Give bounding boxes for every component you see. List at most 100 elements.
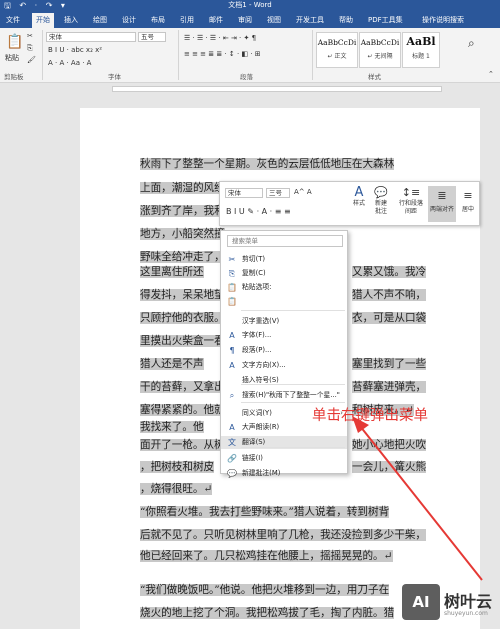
document-line-fragment[interactable]: 一会儿，篝火熊 — [352, 460, 427, 474]
menu-item-label: 同义词(Y) — [242, 409, 272, 417]
mini-justify-button[interactable]: ≣ 两端对齐 — [428, 186, 456, 222]
cut-icon[interactable]: ✂ — [27, 32, 33, 40]
group-divider — [42, 30, 43, 80]
tab-review[interactable]: 审阅 — [234, 13, 256, 28]
document-line[interactable]: ，把树枝和树皮 — [140, 460, 215, 474]
document-line[interactable]: “我们做晚饭吧。”他说。他把火堆移到一边，用刀子在 — [140, 583, 390, 597]
tab-mailings[interactable]: 邮件 — [205, 13, 227, 28]
document-line[interactable]: 野味全给冲走了， — [140, 250, 225, 264]
menu-item-paste-keep-format[interactable]: 📋 — [221, 295, 347, 308]
mini-line-spacing-label: 行和段落 间距 — [398, 200, 423, 215]
tab-draw[interactable]: 绘图 — [89, 13, 111, 28]
menu-item-label: 新建批注(M) — [242, 469, 281, 477]
tab-developer[interactable]: 开发工具 — [292, 13, 328, 28]
menu-item-paste-options[interactable]: 📋 粘贴选项: — [221, 281, 347, 294]
list-buttons[interactable]: ☰ · ☰ · ☰ · ⇤ ⇥ · ✦ ¶ — [184, 34, 256, 42]
document-fragment-text: 一会儿，篝火熊 — [352, 461, 427, 473]
copy-icon[interactable]: ⎘ — [27, 44, 33, 53]
line-spacing-icon: ↕≡ — [401, 186, 421, 199]
document-line[interactable]: 他已经回来了。几只松鸡挂在他腰上，摇摇晃晃的。↵ — [140, 549, 393, 563]
document-line-fragment[interactable]: 苔藓塞进弹壳， — [352, 380, 427, 394]
tell-me-search[interactable]: 操作说明搜索 — [418, 13, 468, 28]
document-line[interactable]: 我找来了。他 — [140, 420, 204, 434]
alignment-buttons[interactable]: ≡ ≡ ≡ ≣ ≣ · ↕ · ◧ · ⊞ — [184, 50, 261, 58]
document-line[interactable]: ，烧得很旺。↵ — [140, 482, 213, 496]
document-line-fragment[interactable]: 又累又饿。我冷 — [352, 265, 427, 279]
menu-item-link[interactable]: 🔗 链接(I) — [221, 452, 347, 465]
tab-layout[interactable]: 布局 — [147, 13, 169, 28]
menu-item-cut[interactable]: ✂ 剪切(T) — [221, 253, 347, 266]
find-icon[interactable]: ⌕ — [468, 36, 475, 51]
mini-line-spacing-button[interactable]: ↕≡ 行和段落 间距 — [396, 186, 426, 216]
tab-design[interactable]: 设计 — [118, 13, 140, 28]
watermark-logo: AI — [402, 584, 440, 620]
document-line[interactable]: 这里离住所还 — [140, 265, 204, 279]
font-format-row[interactable]: B I U · abc x₂ x² — [48, 46, 102, 54]
document-line-text: ，把树枝和树皮 — [140, 461, 215, 473]
menu-item-font[interactable]: A 字体(F)... — [221, 329, 347, 342]
tab-references[interactable]: 引用 — [176, 13, 198, 28]
paste-icon[interactable]: 📋 — [6, 34, 23, 50]
style-normal[interactable]: AaBbCcDi ↵ 正文 — [316, 32, 358, 68]
document-line[interactable]: 面开了一枪。从树 — [140, 438, 225, 452]
document-line-fragment[interactable]: 衣，可是从口袋 — [352, 311, 427, 325]
menu-item-insert-symbol[interactable]: 插入符号(S) — [221, 374, 347, 387]
tab-file[interactable]: 文件 — [2, 13, 24, 28]
menu-item-text-direction[interactable]: A 文字方向(X)... — [221, 359, 347, 372]
menu-item-search[interactable]: ⌕ 搜索(H)"秋雨下了整整一个星..." — [221, 389, 347, 402]
paste-button[interactable]: 粘贴 — [5, 53, 19, 63]
document-line-fragment[interactable]: 猎人不声不响， — [352, 288, 427, 302]
document-line[interactable]: 得发抖，呆呆地望 — [140, 288, 225, 302]
document-line[interactable]: 塞得紧紧的。他就 — [140, 403, 225, 417]
collapse-ribbon-icon[interactable]: ⌃ — [488, 70, 494, 78]
tab-pdf-tools[interactable]: PDF工具集 — [364, 13, 407, 28]
window-title: 文档1 - Word — [228, 1, 272, 9]
document-line[interactable]: 烧火的地上挖了个洞。我把松鸡拔了毛，掏了内脏。猎 — [140, 606, 395, 620]
tab-help[interactable]: 帮助 — [335, 13, 357, 28]
menu-item-paragraph[interactable]: ¶ 段落(P)... — [221, 344, 347, 357]
mini-size-combo[interactable]: 三号 — [266, 188, 290, 198]
mini-styles-button[interactable]: A 样式 — [348, 186, 370, 208]
document-line[interactable]: 后就不见了。只听见树林里响了几枪，我还没捡到多少干柴， — [140, 528, 427, 542]
font-color-row[interactable]: A · A · Aa · A — [48, 59, 91, 67]
mini-center-button[interactable]: ≡ 居中 — [458, 186, 478, 214]
document-line-fragment[interactable]: 塞里找到了一些 — [352, 357, 427, 371]
document-line-text: 上面，潮湿的风经 — [140, 182, 225, 194]
menu-item-new-comment[interactable]: 💬 新建批注(M) — [221, 467, 347, 480]
mini-format-row[interactable]: B I U ✎ · A · ≡ ≡ — [226, 207, 291, 216]
document-line-text: 秋雨下了整整一个星期。灰色的云层低低地压在大森林 — [140, 158, 395, 170]
document-line[interactable]: 只顾拧他的衣服。 — [140, 311, 225, 325]
font-name-combo[interactable]: 宋体 — [46, 32, 136, 42]
menu-item-label: 剪切(T) — [242, 255, 266, 263]
mini-font-combo[interactable]: 宋体 — [225, 188, 263, 198]
menu-item-reconvert[interactable]: 汉字重选(V) — [221, 315, 347, 328]
document-line[interactable]: 里摸出火柴盒一看 — [140, 334, 225, 348]
format-painter-icon[interactable]: 🖌 — [27, 56, 36, 64]
watermark: AI 树叶云 shuyeyun.com — [402, 582, 498, 624]
mini-grow-font[interactable]: A^ A — [294, 188, 312, 196]
mini-new-comment-button[interactable]: 💬 新建 批注 — [370, 186, 392, 216]
document-line[interactable]: 地方，小船突然撞 — [140, 227, 225, 241]
document-line-text: 里摸出火柴盒一看 — [140, 335, 225, 347]
document-line[interactable]: 猎人还是不声 — [140, 357, 204, 371]
tab-insert[interactable]: 插入 — [60, 13, 82, 28]
menu-search-input[interactable]: 搜索菜单 — [227, 235, 343, 247]
document-line[interactable]: 秋雨下了整整一个星期。灰色的云层低低地压在大森林 — [140, 157, 395, 171]
document-line[interactable]: 上面，潮湿的风经 — [140, 181, 225, 195]
style-heading1-name: 标题 1 — [412, 53, 430, 60]
tab-view[interactable]: 视图 — [263, 13, 285, 28]
document-line[interactable]: “你照看火堆。我去打些野味来。”猎人说着，转到树背 — [140, 505, 390, 519]
style-heading1[interactable]: AaBl 标题 1 — [402, 32, 440, 68]
document-line[interactable]: 涨到齐了岸，我和 — [140, 204, 225, 218]
comment-icon: 💬 — [374, 186, 388, 199]
document-fragment-text: 她小心地把火吹 — [352, 439, 427, 451]
tab-home[interactable]: 开始 — [32, 13, 54, 28]
document-fragment-text: 猎人不声不响， — [352, 289, 427, 301]
style-no-spacing[interactable]: AaBbCcDi ↵ 无间隔 — [359, 32, 401, 68]
new-comment-icon: 💬 — [227, 469, 237, 478]
menu-item-copy[interactable]: ⎘ 复制(C) — [221, 267, 347, 280]
paragraph-icon: ¶ — [229, 346, 235, 355]
font-size-combo[interactable]: 五号 — [138, 32, 166, 42]
document-line[interactable]: 干的苔藓，又拿出 — [140, 380, 225, 394]
document-line-fragment[interactable]: 她小心地把火吹 — [352, 438, 427, 452]
